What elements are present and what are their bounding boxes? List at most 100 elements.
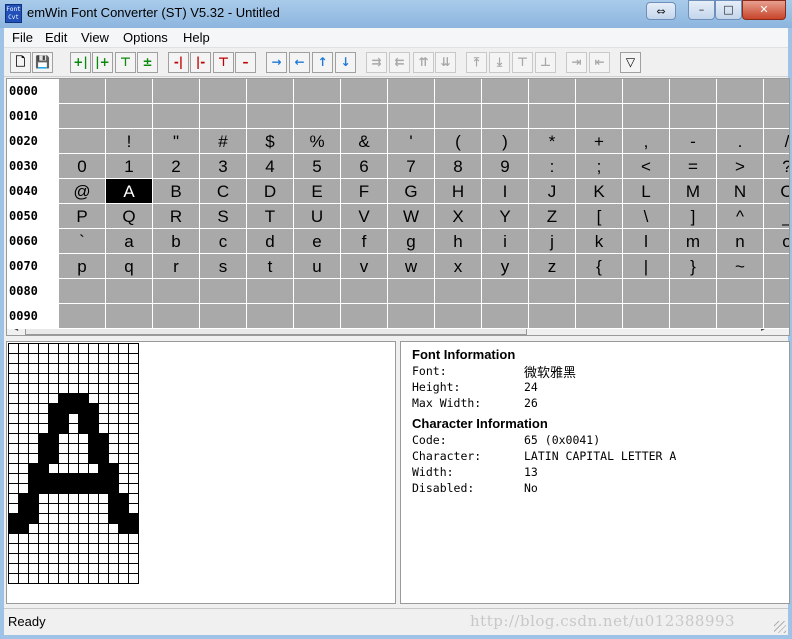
char-cell[interactable]: [294, 304, 341, 329]
char-cell[interactable]: 1: [106, 154, 153, 179]
glyph-pixel[interactable]: [18, 473, 29, 484]
char-cell[interactable]: [482, 79, 529, 104]
glyph-pixel[interactable]: [18, 503, 29, 514]
add-column-left-button[interactable]: +|: [70, 52, 91, 73]
char-cell[interactable]: X: [435, 204, 482, 229]
glyph-pixel[interactable]: [128, 433, 139, 444]
char-cell[interactable]: [341, 104, 388, 129]
glyph-pixel[interactable]: [58, 463, 69, 474]
glyph-pixel[interactable]: [78, 423, 89, 434]
glyph-pixel[interactable]: [58, 403, 69, 414]
glyph-pixel[interactable]: [98, 573, 109, 584]
char-cell[interactable]: <: [623, 154, 670, 179]
glyph-pixel[interactable]: [88, 373, 99, 384]
glyph-pixel[interactable]: [8, 503, 19, 514]
glyph-pixel[interactable]: [128, 453, 139, 464]
glyph-pixel[interactable]: [58, 533, 69, 544]
shift-all-right-button[interactable]: ⇉: [366, 52, 387, 73]
glyph-pixel[interactable]: [68, 533, 79, 544]
glyph-pixel[interactable]: [78, 413, 89, 424]
glyph-pixel[interactable]: [128, 423, 139, 434]
align-top-button[interactable]: ⤒: [466, 52, 487, 73]
char-cell[interactable]: [529, 79, 576, 104]
glyph-pixel[interactable]: [28, 373, 39, 384]
glyph-pixel[interactable]: [28, 573, 39, 584]
glyph-pixel[interactable]: [78, 433, 89, 444]
char-cell[interactable]: D: [247, 179, 294, 204]
glyph-pixel[interactable]: [88, 363, 99, 374]
glyph-pixel[interactable]: [8, 543, 19, 554]
shift-right-button[interactable]: →: [266, 52, 287, 73]
menu-view[interactable]: View: [81, 30, 109, 45]
glyph-pixel[interactable]: [38, 543, 49, 554]
glyph-pixel[interactable]: [58, 423, 69, 434]
glyph-pixel[interactable]: [58, 483, 69, 494]
character-grid[interactable]: ▲ ◀ ▶ 000000100020!"#$%&'()*+,-./0030012…: [6, 78, 790, 336]
glyph-pixel[interactable]: [68, 503, 79, 514]
shift-all-up-button[interactable]: ⇈: [413, 52, 434, 73]
glyph-pixel[interactable]: [48, 413, 59, 424]
glyph-pixel[interactable]: [78, 463, 89, 474]
glyph-pixel[interactable]: [88, 403, 99, 414]
glyph-pixel[interactable]: [88, 513, 99, 524]
filter-button[interactable]: ▽: [620, 52, 641, 73]
glyph-pixel[interactable]: [108, 443, 119, 454]
glyph-pixel[interactable]: [58, 453, 69, 464]
char-cell[interactable]: [200, 304, 247, 329]
glyph-pixel[interactable]: [8, 513, 19, 524]
char-cell[interactable]: ^: [717, 204, 764, 229]
glyph-pixel[interactable]: [58, 563, 69, 574]
glyph-pixel[interactable]: [48, 483, 59, 494]
glyph-pixel[interactable]: [98, 363, 109, 374]
char-cell[interactable]: \: [623, 204, 670, 229]
glyph-pixel[interactable]: [98, 473, 109, 484]
glyph-pixel[interactable]: [28, 553, 39, 564]
glyph-pixel[interactable]: [38, 383, 49, 394]
glyph-pixel[interactable]: [108, 403, 119, 414]
glyph-pixel[interactable]: [68, 563, 79, 574]
glyph-pixel[interactable]: [38, 423, 49, 434]
glyph-pixel[interactable]: [48, 553, 59, 564]
char-cell[interactable]: [153, 279, 200, 304]
glyph-pixel[interactable]: [88, 563, 99, 574]
glyph-pixel[interactable]: [88, 573, 99, 584]
char-cell[interactable]: B: [153, 179, 200, 204]
char-cell[interactable]: z: [529, 254, 576, 279]
glyph-pixel[interactable]: [48, 493, 59, 504]
char-cell[interactable]: :: [529, 154, 576, 179]
glyph-pixel[interactable]: [8, 423, 19, 434]
char-cell[interactable]: [576, 79, 623, 104]
glyph-pixel[interactable]: [18, 493, 29, 504]
glyph-pixel[interactable]: [118, 373, 129, 384]
char-cell[interactable]: 6: [341, 154, 388, 179]
glyph-pixel[interactable]: [98, 393, 109, 404]
char-cell[interactable]: [717, 104, 764, 129]
char-cell[interactable]: E: [294, 179, 341, 204]
char-cell[interactable]: [388, 304, 435, 329]
glyph-pixel[interactable]: [48, 443, 59, 454]
maximize-button[interactable]: □: [715, 0, 742, 20]
glyph-pixel[interactable]: [98, 543, 109, 554]
char-cell[interactable]: ?: [764, 154, 789, 179]
glyph-pixel[interactable]: [48, 393, 59, 404]
glyph-pixel[interactable]: [118, 453, 129, 464]
glyph-pixel[interactable]: [8, 443, 19, 454]
char-cell[interactable]: v: [341, 254, 388, 279]
char-cell[interactable]: j: [529, 229, 576, 254]
char-cell[interactable]: ,: [623, 129, 670, 154]
char-cell[interactable]: L: [623, 179, 670, 204]
glyph-pixel[interactable]: [78, 383, 89, 394]
glyph-pixel[interactable]: [18, 343, 29, 354]
glyph-pixel[interactable]: [128, 383, 139, 394]
glyph-pixel[interactable]: [108, 573, 119, 584]
glyph-pixel[interactable]: [118, 543, 129, 554]
glyph-pixel[interactable]: [28, 543, 39, 554]
glyph-pixel[interactable]: [78, 523, 89, 534]
char-cell[interactable]: I: [482, 179, 529, 204]
glyph-pixel[interactable]: [108, 453, 119, 464]
shift-all-down-button[interactable]: ⇊: [435, 52, 456, 73]
glyph-pixel[interactable]: [48, 373, 59, 384]
glyph-pixel[interactable]: [68, 523, 79, 534]
glyph-pixel[interactable]: [18, 563, 29, 574]
glyph-pixel[interactable]: [128, 353, 139, 364]
